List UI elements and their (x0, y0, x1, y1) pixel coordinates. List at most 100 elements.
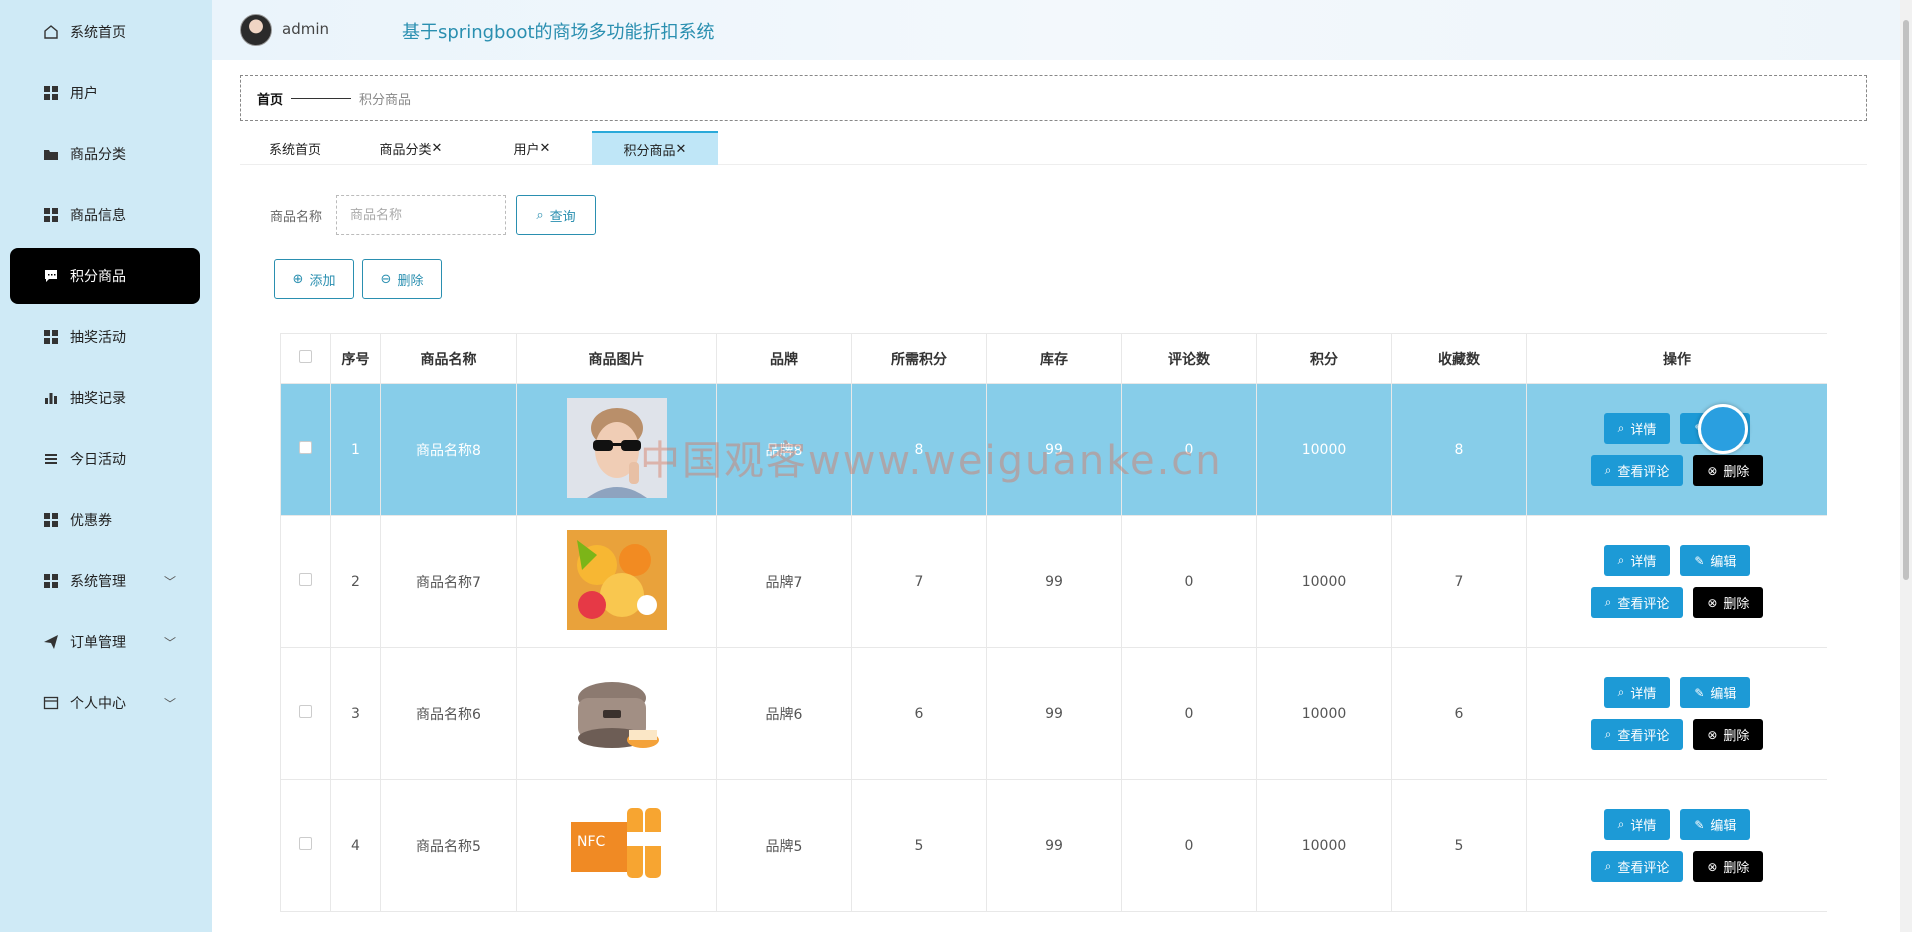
folder-icon (42, 145, 60, 163)
cell-actions: ⌕详情✎编辑⌕查看评论⊗删除 (1526, 383, 1827, 516)
detail-button[interactable]: ⌕ 详情 (1603, 413, 1671, 444)
column-header: 品牌 (716, 333, 852, 384)
sunglasses-man-image (566, 397, 667, 502)
page-scrollbar[interactable] (1900, 0, 1912, 932)
chevron-down-icon[interactable]: ﹀ (164, 573, 176, 590)
delete-button[interactable]: ⊗ 删除 (1693, 719, 1764, 750)
tab-users[interactable]: 用户 ✕ (472, 131, 592, 165)
fruit-platter-image (566, 529, 667, 634)
plus-circle-icon: ⊕ (292, 271, 304, 287)
chevron-down-icon[interactable]: ﹀ (164, 695, 176, 712)
detail-button-label: 详情 (1630, 819, 1657, 834)
table-row[interactable]: 4 商品名称5 NFC 品牌5 5 99 0 10000 5 ⌕ 详情 ✎ 编辑 ⌕ 查看评论 ⊗ 删除 (280, 779, 1827, 912)
cell-image (516, 515, 717, 648)
username[interactable]: admin (282, 20, 329, 38)
row-checkbox[interactable] (299, 837, 312, 850)
sidebar-item-7[interactable]: 今日活动 (10, 431, 200, 487)
sidebar-item-label: 今日活动 (70, 452, 126, 468)
query-button[interactable]: ⌕ 查询 (516, 195, 596, 235)
sidebar-item-2[interactable]: 商品分类 (10, 126, 200, 182)
search-label: 商品名称 (270, 210, 323, 225)
delete-button-label: 删除 (1723, 465, 1750, 480)
chevron-down-icon[interactable]: ﹀ (164, 634, 176, 651)
close-icon[interactable]: ✕ (432, 141, 443, 156)
row-checkbox[interactable] (299, 573, 312, 586)
sidebar-item-4[interactable]: 积分商品 (10, 248, 200, 304)
view-comments-button[interactable]: ⌕ 查看评论 (1590, 851, 1684, 882)
tab-category[interactable]: 商品分类 ✕ (350, 131, 472, 165)
sidebar-item-6[interactable]: 抽奖记录 (10, 370, 200, 426)
detail-button[interactable]: ⌕ 详情 (1603, 809, 1671, 840)
view-comments-button[interactable]: ⌕ 查看评论 (1590, 587, 1684, 618)
delete-button[interactable]: ⊗ 删除 (1693, 455, 1764, 486)
row-checkbox[interactable] (299, 441, 312, 454)
scrollbar-thumb[interactable] (1903, 20, 1909, 580)
cell-favorites: 7 (1391, 515, 1527, 648)
cell-index: 3 (330, 647, 381, 780)
tab-home[interactable]: 系统首页 (240, 131, 350, 165)
sidebar-item-10[interactable]: 订单管理 ﹀ (10, 614, 200, 670)
column-header: 库存 (986, 333, 1122, 384)
cell-index: 4 (330, 779, 381, 912)
search-icon: ⌕ (1617, 553, 1625, 567)
rice-cooker-image (566, 661, 667, 766)
breadcrumb-home[interactable]: 首页 (257, 89, 283, 108)
cell-actions: ⌕详情 ✎编辑 ⌕查看评论 ⊗删除 (1526, 515, 1827, 648)
column-header: 所需积分 (851, 333, 987, 384)
row-select-cell (280, 383, 331, 516)
delete-button[interactable]: ⊗ 删除 (1693, 587, 1764, 618)
sidebar-item-1[interactable]: 用户 (10, 65, 200, 121)
query-button-label: 查询 (549, 209, 576, 225)
edit-button[interactable]: ✎ 编辑 (1680, 809, 1751, 840)
search-icon: ⌕ (1604, 595, 1612, 609)
view-comments-button-label: 查看评论 (1617, 729, 1670, 744)
breadcrumb: 首页 积分商品 (240, 75, 1867, 121)
tab-points-goods[interactable]: 积分商品 ✕ (592, 131, 718, 165)
cell-image (516, 647, 717, 780)
add-button[interactable]: ⊕ 添加 (274, 259, 354, 299)
sidebar-item-label: 积分商品 (70, 269, 126, 285)
detail-button[interactable]: ⌕ 详情 (1603, 677, 1671, 708)
bulk-delete-button[interactable]: ⊖ 删除 (362, 259, 442, 299)
goods-table: 序号 商品名称 商品图片 品牌 所需积分 库存 评论数 积分 收藏数 操作 1商… (280, 333, 1827, 932)
tab-label: 系统首页 (268, 142, 321, 158)
sidebar-item-label: 用户 (70, 86, 98, 102)
search-icon: ⌕ (1604, 859, 1612, 873)
cell-brand: 品牌7 (716, 515, 852, 648)
delete-button[interactable]: ⊗ 删除 (1693, 851, 1764, 882)
view-comments-button[interactable]: ⌕ 查看评论 (1590, 719, 1684, 750)
sidebar-item-11[interactable]: 个人中心 ﹀ (10, 675, 200, 731)
sidebar-item-label: 系统管理 (70, 574, 126, 590)
cell-image: NFC (516, 779, 717, 912)
edit-button[interactable]: ✎ 编辑 (1680, 677, 1751, 708)
edit-button[interactable]: ✎ 编辑 (1680, 545, 1751, 576)
sidebar-item-0[interactable]: 系统首页 (10, 4, 200, 60)
table-row[interactable]: 3 商品名称6 品牌6 6 99 0 10000 6 ⌕ 详情 ✎ 编辑 ⌕ 查看评论 ⊗ 删除 (280, 647, 1827, 780)
sidebar-item-5[interactable]: 抽奖活动 (10, 309, 200, 365)
search-input[interactable] (336, 195, 506, 235)
table-row[interactable]: 1商品名称8品牌88990100008⌕详情✎编辑⌕查看评论⊗删除 (280, 383, 1827, 516)
grid-icon (42, 511, 60, 529)
close-icon[interactable]: ✕ (676, 142, 687, 157)
cell-points: 10000 (1256, 383, 1392, 516)
select-all-cell (280, 333, 331, 384)
select-all-checkbox[interactable] (299, 350, 312, 363)
detail-button[interactable]: ⌕ 详情 (1603, 545, 1671, 576)
minus-circle-icon: ⊖ (380, 271, 392, 287)
close-icon[interactable]: ✕ (540, 141, 551, 156)
chat-icon (42, 267, 60, 285)
cell-stock: 99 (986, 647, 1122, 780)
row-select-cell (280, 515, 331, 648)
sidebar-item-8[interactable]: 优惠券 (10, 492, 200, 548)
close-circle-icon: ⊗ (1707, 727, 1718, 742)
sidebar-item-3[interactable]: 商品信息 (10, 187, 200, 243)
row-checkbox[interactable] (299, 705, 312, 718)
sidebar-item-9[interactable]: 系统管理 ﹀ (10, 553, 200, 609)
column-header: 商品名称 (380, 333, 517, 384)
add-button-label: 添加 (309, 273, 336, 289)
avatar[interactable] (240, 14, 272, 46)
table-row[interactable]: 2 商品名称7 品牌7 7 99 0 10000 7 ⌕ 详情 ✎ 编辑 ⌕ 查看评论 ⊗ 删除 (280, 515, 1827, 648)
cell-stock: 99 (986, 383, 1122, 516)
grid-icon (42, 206, 60, 224)
view-comments-button[interactable]: ⌕ 查看评论 (1590, 455, 1684, 486)
